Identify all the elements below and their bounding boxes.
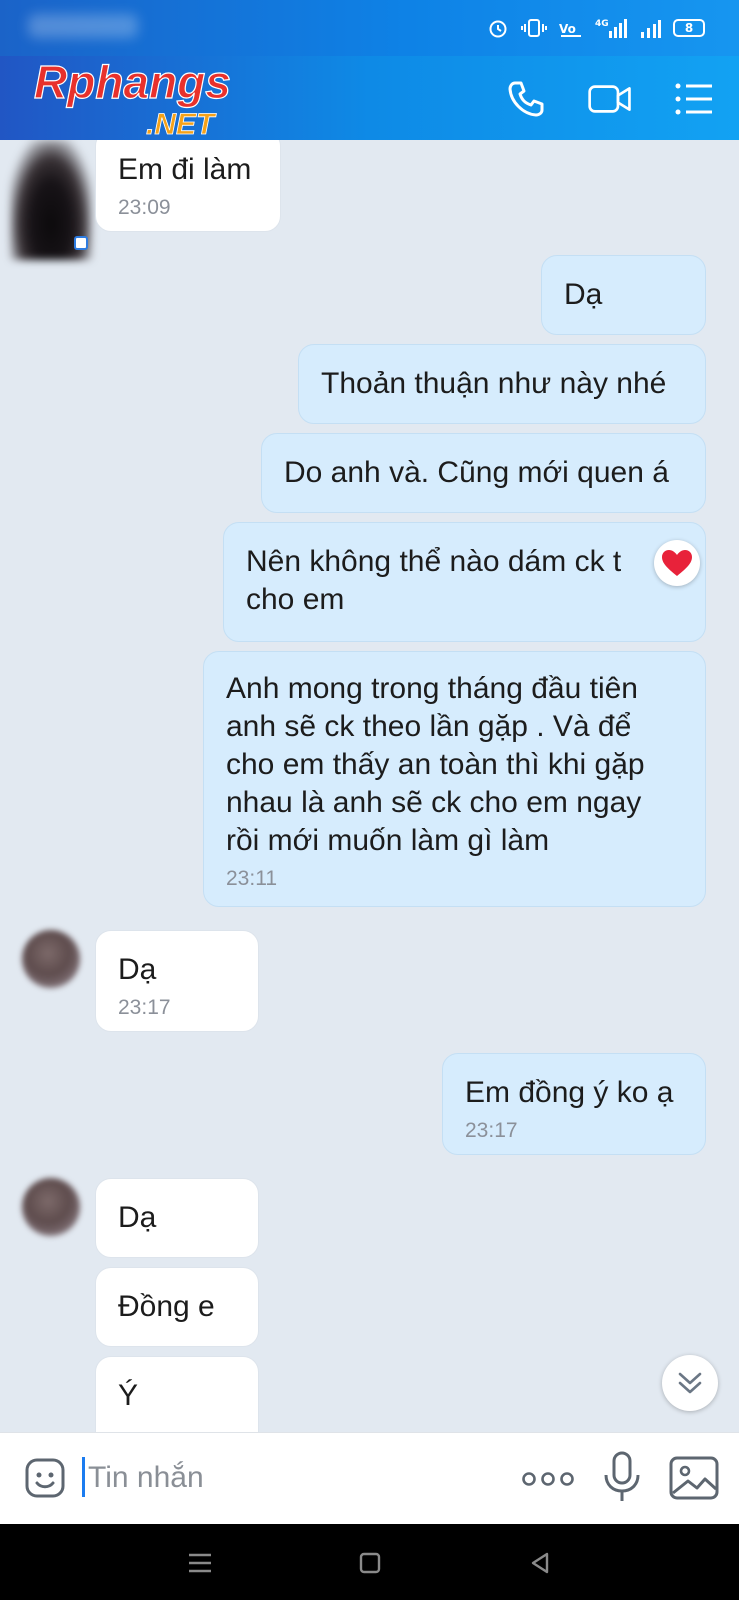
status-icons: Vo 4G 8 (487, 14, 705, 42)
triangle-back-icon (531, 1552, 549, 1574)
battery-level: 8 (684, 21, 694, 35)
message-bubble[interactable]: Dạ (95, 1178, 259, 1258)
message-composer (0, 1432, 739, 1525)
scroll-to-bottom-button[interactable] (662, 1355, 718, 1411)
message-time: 23:17 (118, 996, 171, 1019)
message-bubble[interactable]: Đồng e (95, 1267, 259, 1347)
text-cursor (82, 1457, 85, 1497)
svg-text:4G: 4G (595, 19, 609, 29)
home-button[interactable] (355, 1548, 385, 1578)
heart-icon (662, 550, 692, 576)
message-text: Thoản thuận như này nhé (321, 367, 667, 400)
message-text: Đồng e (118, 1290, 215, 1323)
menu-button[interactable] (671, 76, 717, 122)
volte-icon: Vo (559, 22, 581, 37)
chat-header: Rphangs .NET (0, 56, 739, 141)
contact-avatar[interactable] (22, 930, 80, 988)
system-navigation-bar (0, 1524, 739, 1600)
notification-icons-blurred (28, 14, 138, 38)
message-bubble[interactable]: Nên không thể nào dám ck t cho em (223, 522, 706, 642)
message-text: Dạ (118, 953, 157, 986)
video-call-button[interactable] (587, 76, 633, 122)
vibrate-icon (521, 19, 547, 37)
message-bubble[interactable]: Em đi làm 23:09 (95, 140, 281, 232)
message-bubble[interactable]: Ý (95, 1356, 259, 1432)
message-time: 23:11 (226, 867, 277, 890)
message-text: Dạ (564, 278, 603, 311)
more-dots-icon (522, 1472, 574, 1486)
square-icon (359, 1552, 381, 1574)
signal-icon (641, 20, 661, 38)
message-bubble[interactable]: Thoản thuận như này nhé (298, 344, 706, 424)
reaction-badge[interactable] (654, 540, 700, 586)
message-bubble[interactable]: Dạ (541, 255, 706, 335)
message-bubble[interactable]: Do anh và. Cũng mới quen á (261, 433, 706, 513)
message-text: Anh mong trong tháng đầu tiên anh sẽ ck … (226, 672, 645, 857)
double-chevron-down-icon (678, 1372, 702, 1394)
watermark-logo: Rphangs .NET (34, 58, 231, 141)
message-text: Nên không thể nào dám ck t cho em (246, 545, 622, 616)
menu-lines-icon (189, 1553, 211, 1573)
message-bubble[interactable]: Em đồng ý ko ạ 23:17 (442, 1053, 706, 1155)
message-time: 23:09 (118, 196, 171, 219)
message-text: Em đồng ý ko ạ (465, 1076, 674, 1109)
status-badge (74, 236, 88, 250)
more-options-button[interactable] (520, 1459, 576, 1499)
recent-apps-button[interactable] (185, 1548, 215, 1578)
svg-text:Vo: Vo (559, 22, 576, 36)
svg-text:Rphangs: Rphangs (34, 58, 231, 108)
microphone-icon[interactable] (600, 1449, 644, 1507)
back-button[interactable] (525, 1548, 555, 1578)
message-text: Dạ (118, 1201, 157, 1234)
contact-avatar[interactable] (22, 1178, 80, 1236)
message-time: 23:17 (465, 1119, 518, 1142)
message-text: Do anh và. Cũng mới quen á (284, 456, 669, 489)
status-bar: Vo 4G 8 (0, 0, 739, 56)
header-actions (503, 76, 717, 122)
message-input[interactable] (86, 1451, 490, 1505)
svg-text:.NET: .NET (146, 108, 217, 141)
signal-4g-icon: 4G (595, 19, 627, 38)
list-menu-icon (675, 83, 712, 115)
image-gallery-icon[interactable] (668, 1453, 720, 1503)
video-camera-icon (588, 85, 631, 113)
alarm-icon (489, 20, 507, 38)
message-bubble[interactable]: Dạ 23:17 (95, 930, 259, 1032)
message-bubble[interactable]: Anh mong trong tháng đầu tiên anh sẽ ck … (203, 651, 706, 907)
message-text: Ý (118, 1379, 139, 1412)
battery-icon: 8 (673, 19, 705, 37)
call-button[interactable] (503, 76, 549, 122)
message-text: Em đi làm (118, 153, 252, 186)
phone-icon (508, 81, 544, 117)
sticker-icon[interactable] (22, 1455, 68, 1501)
chat-area[interactable]: Em đi làm 23:09 Dạ Thoản thuận như này n… (0, 140, 739, 1432)
